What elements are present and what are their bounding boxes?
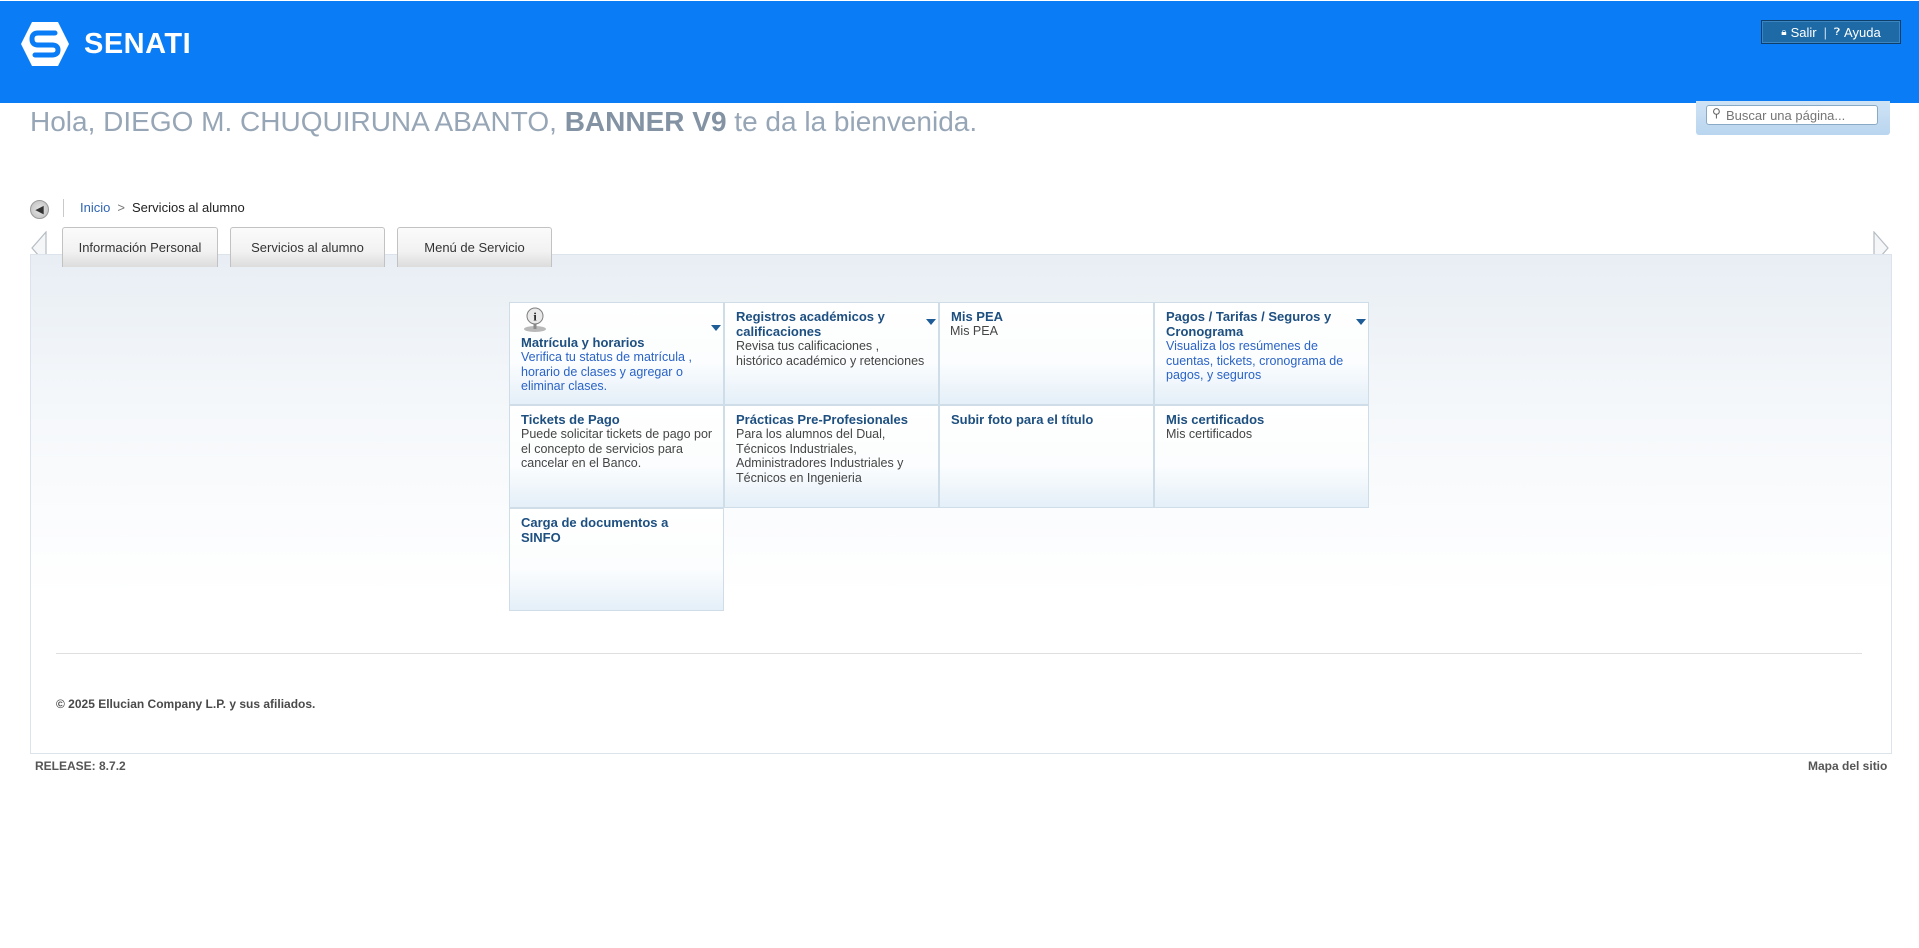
card-mis-certificados[interactable]: Mis certificados Mis certificados	[1154, 405, 1369, 508]
card-description: Verifica tu status de matrícula , horari…	[521, 350, 692, 393]
welcome-product: BANNER V9	[564, 106, 727, 137]
card-title[interactable]: Carga de documentos a SINFO	[521, 515, 686, 545]
card-tickets-pago[interactable]: Tickets de Pago Puede solicitar tickets …	[509, 405, 724, 508]
card-description: Para los alumnos del Dual, Técnicos Indu…	[736, 427, 904, 485]
sitemap-link[interactable]: Mapa del sitio	[1808, 759, 1887, 773]
back-icon[interactable]: ◀	[30, 200, 49, 219]
welcome-suffix: te da la bienvenida.	[734, 106, 978, 137]
card-registros[interactable]: Registros académicos y calificaciones Re…	[724, 302, 939, 405]
breadcrumb-separator: >	[117, 200, 125, 215]
breadcrumb-divider	[63, 199, 64, 217]
lock-icon: 🔒︎	[1781, 26, 1787, 38]
footer-divider	[56, 653, 1862, 654]
card-description: Mis PEA	[950, 324, 998, 338]
card-pagos[interactable]: Pagos / Tarifas / Seguros y Cronograma V…	[1154, 302, 1369, 405]
card-subir-foto[interactable]: Subir foto para el título	[939, 405, 1154, 508]
card-carga-documentos[interactable]: Carga de documentos a SINFO	[509, 508, 724, 611]
top-banner: SENATI 🔒︎ Salir | ❓︎ Ayuda	[0, 1, 1919, 103]
card-title[interactable]: Tickets de Pago	[521, 412, 713, 427]
card-matricula[interactable]: i Matrícula y horarios Verifica tu statu…	[509, 302, 724, 405]
welcome-message: Hola, DIEGO M. CHUQUIRUNA ABANTO, BANNER…	[30, 106, 977, 138]
search-container: ⚲	[1696, 101, 1890, 135]
tab-menu-servicio[interactable]: Menú de Servicio	[397, 227, 552, 267]
logout-label: Salir	[1790, 24, 1817, 40]
card-title[interactable]: Mis PEA	[951, 309, 1143, 324]
release-version: RELEASE: 8.7.2	[35, 759, 126, 773]
help-label: Ayuda	[1844, 24, 1881, 40]
breadcrumb-current: Servicios al alumno	[131, 200, 245, 215]
card-practicas[interactable]: Prácticas Pre-Profesionales Para los alu…	[724, 405, 939, 508]
dropdown-arrow-icon[interactable]	[926, 319, 936, 325]
brand-name: SENATI	[84, 27, 192, 60]
senati-logo-icon	[21, 22, 69, 66]
card-title[interactable]: Prácticas Pre-Profesionales	[736, 412, 928, 427]
dropdown-arrow-icon[interactable]	[1356, 319, 1366, 325]
card-description: Visualiza los resúmenes de cuentas, tick…	[1166, 339, 1344, 382]
question-circle-icon: ❓︎	[1834, 26, 1841, 38]
card-mis-pea[interactable]: Mis PEA Mis PEA	[939, 302, 1154, 405]
tab-servicios-alumno[interactable]: Servicios al alumno	[230, 227, 385, 267]
search-input[interactable]	[1706, 105, 1878, 125]
welcome-prefix: Hola, DIEGO M. CHUQUIRUNA ABANTO,	[30, 106, 557, 137]
card-description: Revisa tus calificaciones , histórico ac…	[736, 339, 925, 368]
card-title[interactable]: Pagos / Tarifas / Seguros y Cronograma	[1166, 309, 1358, 339]
card-description: Mis certificados	[1166, 427, 1253, 441]
breadcrumb-home[interactable]: Inicio	[80, 200, 110, 215]
link-divider: |	[1823, 24, 1828, 40]
breadcrumb: Inicio > Servicios al alumno	[80, 200, 245, 215]
senati-logo[interactable]: SENATI	[20, 21, 191, 67]
card-title[interactable]: Registros académicos y calificaciones	[736, 309, 928, 339]
search-icon: ⚲	[1712, 106, 1721, 120]
card-title[interactable]: Mis certificados	[1166, 412, 1358, 427]
card-title[interactable]: Matrícula y horarios	[521, 335, 713, 350]
card-title[interactable]: Subir foto para el título	[951, 412, 1143, 427]
copyright-text: © 2025 Ellucian Company L.P. y sus afili…	[56, 697, 316, 711]
info-icon: i	[524, 307, 546, 332]
dropdown-arrow-icon[interactable]	[711, 325, 721, 331]
help-link[interactable]: ❓︎ Ayuda	[1834, 25, 1881, 40]
card-description: Puede solicitar tickets de pago por el c…	[521, 427, 713, 470]
logout-link[interactable]: 🔒︎ Salir	[1781, 25, 1816, 40]
tab-informacion-personal[interactable]: Información Personal	[62, 227, 218, 267]
header-links: 🔒︎ Salir | ❓︎ Ayuda	[1761, 20, 1901, 44]
